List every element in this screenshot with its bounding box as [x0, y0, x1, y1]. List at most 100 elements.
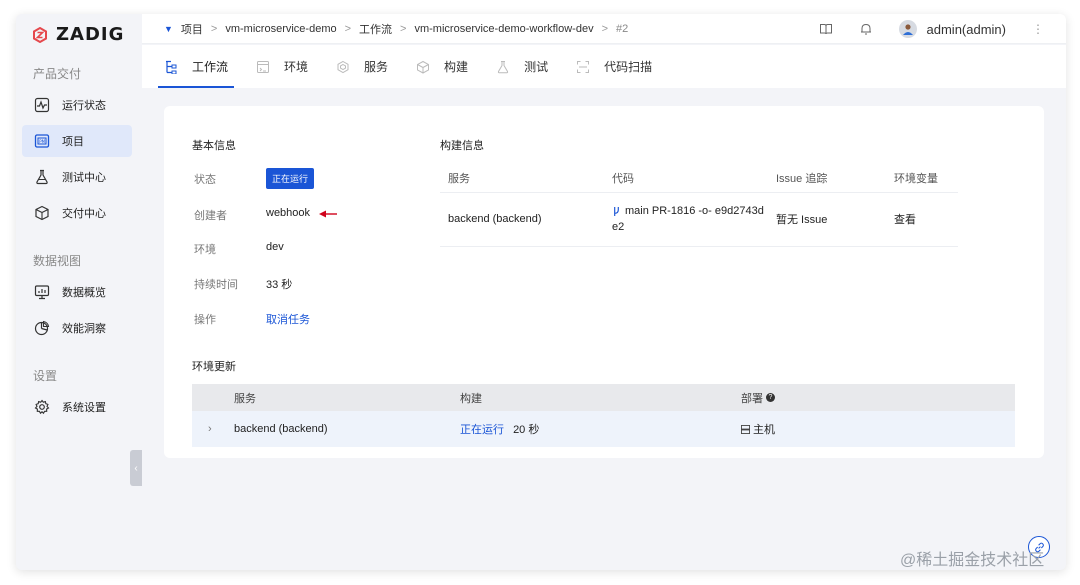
column-header-build: 构建 [460, 392, 482, 405]
tab-label: 测试 [524, 60, 549, 74]
test-icon [497, 60, 509, 73]
duration-label: 持续时间 [194, 279, 238, 291]
sidebar-item-label: 项目 [62, 136, 84, 148]
environment-label: 环境 [194, 244, 216, 256]
module-tabs: 工作流 环境 服务 构建 测试 代码扫描 [142, 45, 1066, 88]
sidebar-item-projects[interactable]: PM 项目 [22, 125, 132, 157]
user-icon [902, 24, 913, 35]
avatar[interactable] [898, 20, 917, 38]
table-header-row: 服务 构建 部署 ? [192, 384, 1015, 411]
arrow-left-icon [319, 210, 337, 218]
brand-name: ZADIG [56, 24, 125, 45]
workflow-icon [166, 60, 177, 74]
column-header-env-vars: 环境变量 [886, 164, 958, 193]
column-header-service: 服务 [440, 164, 604, 193]
dashboard-icon [34, 285, 50, 300]
sidebar-collapse-toggle[interactable]: ‹ [130, 450, 142, 486]
tab-label: 构建 [444, 60, 469, 74]
action-label: 操作 [194, 314, 216, 326]
cancel-task-link[interactable]: 取消任务 [266, 311, 310, 327]
creator-value: webhook [266, 207, 311, 219]
scan-icon [577, 60, 590, 73]
gear-icon [34, 399, 50, 415]
build-info-table: 服务 代码 Issue 追踪 环境变量 backend (backend) ma… [440, 164, 958, 247]
code-line-1: main PR-1816 -o- e9d2743d [625, 205, 764, 217]
status-label: 状态 [194, 174, 216, 186]
breadcrumb-separator: > [344, 22, 352, 35]
env-service-name: backend (backend) [234, 423, 328, 435]
build-icon [417, 60, 430, 74]
environment-value: dev [266, 241, 284, 253]
tab-workflow[interactable]: 工作流 [157, 45, 235, 88]
tab-label: 工作流 [192, 60, 229, 74]
environment-icon [257, 60, 270, 73]
build-status-link[interactable]: 正在运行 [460, 424, 504, 436]
table-header-row: 服务 代码 Issue 追踪 环境变量 [440, 164, 958, 193]
sidebar-item-label: 运行状态 [62, 100, 106, 112]
view-env-vars-link[interactable]: 查看 [886, 192, 958, 247]
sidebar-item-test-center[interactable]: 测试中心 [22, 161, 132, 193]
breadcrumb-item-workflows[interactable]: 工作流 [359, 21, 392, 37]
branch-icon [614, 206, 619, 216]
env-update-title: 环境更新 [192, 361, 236, 373]
tab-label: 环境 [284, 60, 309, 74]
env-build-cell: 正在运行 20 秒 [460, 421, 741, 437]
breadcrumb-item-workflow[interactable]: vm-microservice-demo-workflow-dev [414, 23, 593, 35]
column-header-service: 服务 [234, 392, 256, 405]
breadcrumb-separator: > [601, 22, 609, 35]
sidebar: ZADIG 产品交付 运行状态 PM 项目 测试中心 交付中心 数据视图 数据概… [16, 14, 142, 570]
tab-service[interactable]: 服务 [336, 45, 388, 88]
deploy-header-label: 部署 [741, 392, 763, 405]
tab-label: 代码扫描 [604, 60, 653, 74]
activity-icon [34, 97, 50, 113]
watermark: @稀土掘金技术社区 [900, 552, 1045, 569]
more-icon[interactable]: ⋮ [1032, 22, 1044, 36]
bell-icon[interactable] [859, 22, 873, 36]
sidebar-item-data-overview[interactable]: 数据概览 [22, 276, 132, 308]
tab-environment[interactable]: 环境 [256, 45, 308, 88]
breadcrumb-item-project[interactable]: vm-microservice-demo [225, 23, 336, 35]
code-line-2: e2 [612, 221, 625, 233]
build-info-title: 构建信息 [440, 140, 484, 152]
code-info-link[interactable]: main PR-1816 -o- e9d2743d e2 [604, 192, 768, 247]
project-icon: PM [34, 134, 50, 148]
service-icon [337, 60, 349, 73]
user-name[interactable]: admin(admin) [927, 22, 1006, 37]
sidebar-item-efficiency-insight[interactable]: 效能洞察 [22, 312, 132, 344]
breadcrumb-separator: > [210, 22, 218, 35]
sidebar-item-runtime-status[interactable]: 运行状态 [22, 89, 132, 121]
zadig-logo-icon [33, 26, 47, 43]
section-title-settings: 设置 [33, 369, 58, 383]
column-header-code: 代码 [604, 164, 768, 193]
svg-text:PM: PM [39, 139, 45, 144]
breadcrumb-item-projects[interactable]: 项目 [181, 21, 203, 37]
task-detail-card: 基本信息 状态 正在运行 创建者 webhook 环境 dev 持续时间 33 … [164, 106, 1044, 458]
help-icon[interactable]: ? [766, 393, 775, 402]
pie-chart-icon [34, 320, 50, 336]
sidebar-item-label: 测试中心 [62, 172, 106, 184]
sidebar-item-label: 效能洞察 [62, 323, 106, 335]
top-bar: ▼ 项目 > vm-microservice-demo > 工作流 > vm-m… [142, 14, 1066, 44]
sidebar-item-system-settings[interactable]: 系统设置 [22, 391, 132, 423]
package-icon [35, 205, 49, 221]
section-title-data-view: 数据视图 [33, 254, 82, 268]
basic-info-title: 基本信息 [192, 140, 236, 152]
build-service-cell: backend (backend) [440, 192, 604, 247]
tab-build[interactable]: 构建 [416, 45, 468, 88]
logo[interactable]: ZADIG [32, 24, 124, 45]
expand-row-icon[interactable]: › [208, 423, 212, 435]
tab-test[interactable]: 测试 [496, 45, 548, 88]
flask-icon [36, 169, 48, 185]
tab-code-scan[interactable]: 代码扫描 [576, 45, 652, 88]
env-service-cell: › backend (backend) [192, 423, 460, 435]
status-badge: 正在运行 [266, 168, 315, 189]
env-update-table: 服务 构建 部署 ? › backend (backend) 正在运行 20 秒 [192, 384, 1015, 447]
table-row[interactable]: › backend (backend) 正在运行 20 秒 主机 [192, 411, 1015, 447]
breadcrumb-toggle-icon[interactable]: ▼ [164, 24, 173, 34]
sidebar-item-delivery-center[interactable]: 交付中心 [22, 197, 132, 229]
column-header-issue: Issue 追踪 [768, 164, 886, 193]
breadcrumb-separator: > [400, 22, 407, 35]
sidebar-item-label: 系统设置 [62, 402, 106, 414]
env-deploy-cell: 主机 [741, 421, 1015, 437]
docs-icon[interactable] [819, 22, 833, 36]
